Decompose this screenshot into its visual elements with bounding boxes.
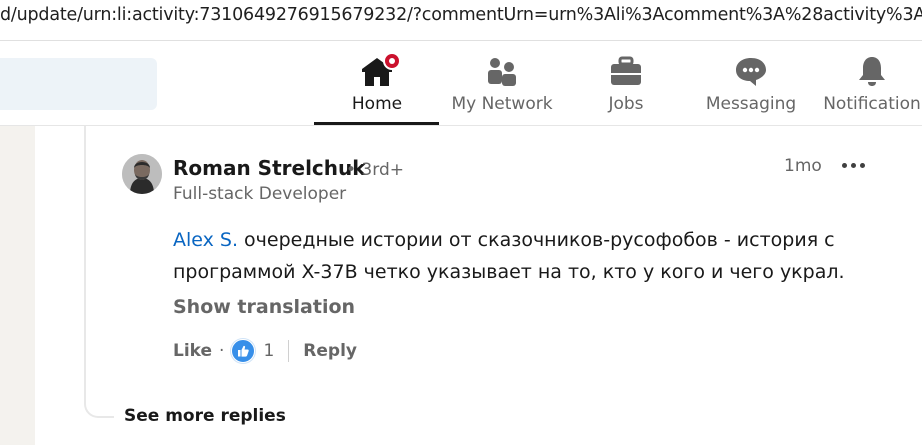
like-button[interactable]: Like (173, 341, 212, 361)
thread-line (84, 126, 114, 418)
chat-icon (734, 54, 768, 88)
nav-notifications[interactable]: Notification (820, 41, 922, 125)
action-divider (288, 340, 290, 362)
ellipsis-dot-icon (841, 162, 847, 168)
nav-jobs[interactable]: Jobs (596, 41, 656, 125)
top-navigation: Home My Network Jobs Messaging Notificat… (0, 41, 922, 126)
reaction-count[interactable]: 1 (263, 341, 274, 361)
notification-badge (383, 52, 401, 70)
nav-label-messaging: Messaging (705, 94, 797, 114)
nav-label-notifications: Notification (823, 94, 921, 114)
ellipsis-dot-icon (850, 162, 856, 168)
search-input[interactable] (0, 58, 157, 110)
comment-timestamp: 1mo (784, 156, 822, 176)
comment-text-body: очередные истории от сказочников-русофоб… (173, 229, 845, 283)
active-tab-indicator (314, 122, 439, 125)
comment-text: Alex S. очередные истории от сказочников… (173, 224, 873, 288)
more-options-button[interactable] (838, 152, 868, 178)
comment-actions: Like · 1 Reply (173, 338, 357, 364)
bell-icon (855, 54, 889, 88)
nav-my-network[interactable]: My Network (445, 41, 559, 125)
mention-link[interactable]: Alex S. (173, 229, 238, 251)
people-icon (485, 54, 519, 88)
see-more-replies-button[interactable]: See more replies (124, 406, 286, 426)
browser-address-bar[interactable]: d/update/urn:li:activity:731064927691567… (0, 0, 922, 41)
briefcase-icon (609, 54, 643, 88)
separator-dot: · (219, 341, 225, 361)
nav-messaging[interactable]: Messaging (700, 41, 802, 125)
nav-label-my-network: My Network (451, 94, 553, 114)
like-reaction-icon[interactable] (231, 339, 256, 363)
connection-degree: • 3rd+ (346, 160, 404, 180)
comment-author-name[interactable]: Roman Strelchuk (173, 156, 366, 180)
nav-home[interactable]: Home (339, 41, 415, 125)
show-translation-button[interactable]: Show translation (173, 296, 355, 318)
nav-label-jobs: Jobs (608, 94, 644, 114)
author-headline: Full-stack Developer (173, 184, 347, 204)
home-icon (360, 52, 401, 88)
url-text[interactable]: d/update/urn:li:activity:731064927691567… (0, 5, 922, 25)
ellipsis-dot-icon (859, 162, 865, 168)
nav-label-home: Home (351, 94, 403, 114)
reply-button[interactable]: Reply (303, 341, 357, 361)
avatar[interactable] (122, 154, 162, 194)
